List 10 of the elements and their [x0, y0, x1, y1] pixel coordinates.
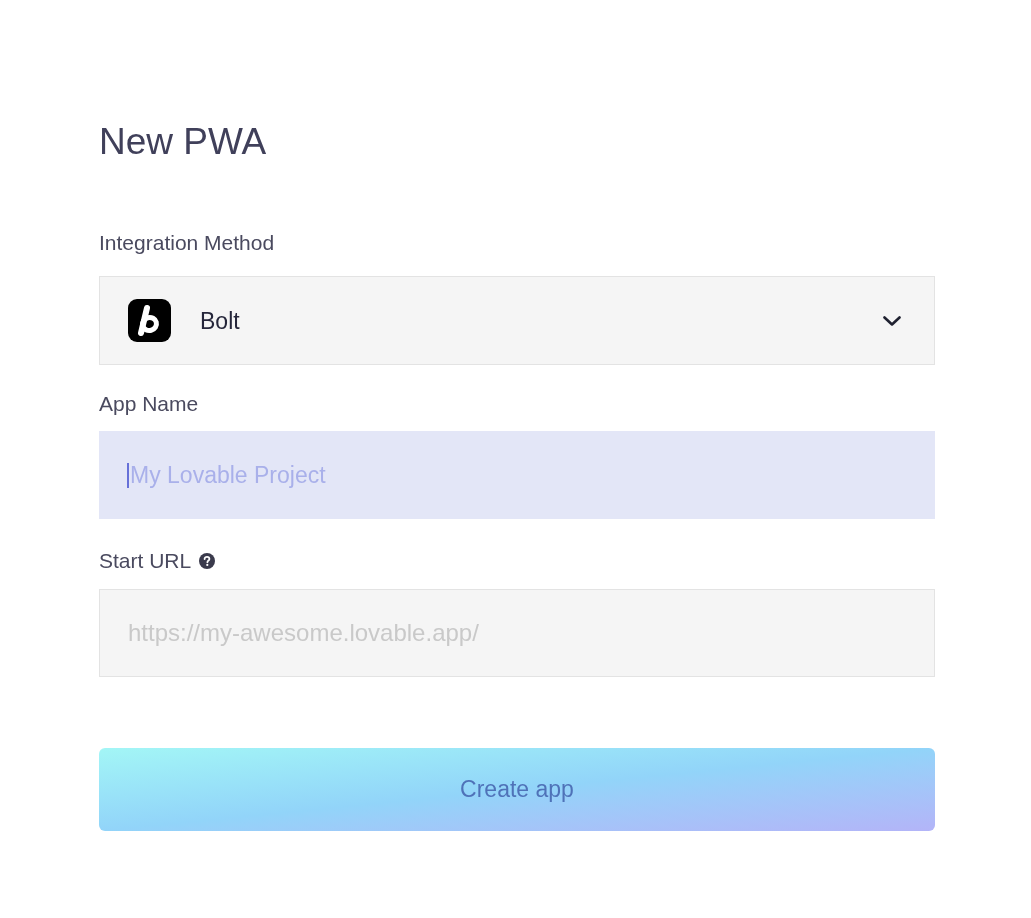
integration-method-select[interactable]: Bolt	[99, 276, 935, 365]
field-label: Start URL	[99, 548, 192, 574]
chevron-down-icon	[883, 315, 901, 326]
page-title: New PWA	[99, 120, 267, 164]
field-label: App Name	[99, 391, 199, 417]
app-logo-icon	[128, 299, 171, 342]
text-cursor-icon	[127, 463, 129, 488]
field-label: Integration Method	[99, 230, 275, 256]
input-field[interactable]: My Lovable Project	[99, 431, 935, 519]
help-icon[interactable]	[199, 553, 216, 569]
